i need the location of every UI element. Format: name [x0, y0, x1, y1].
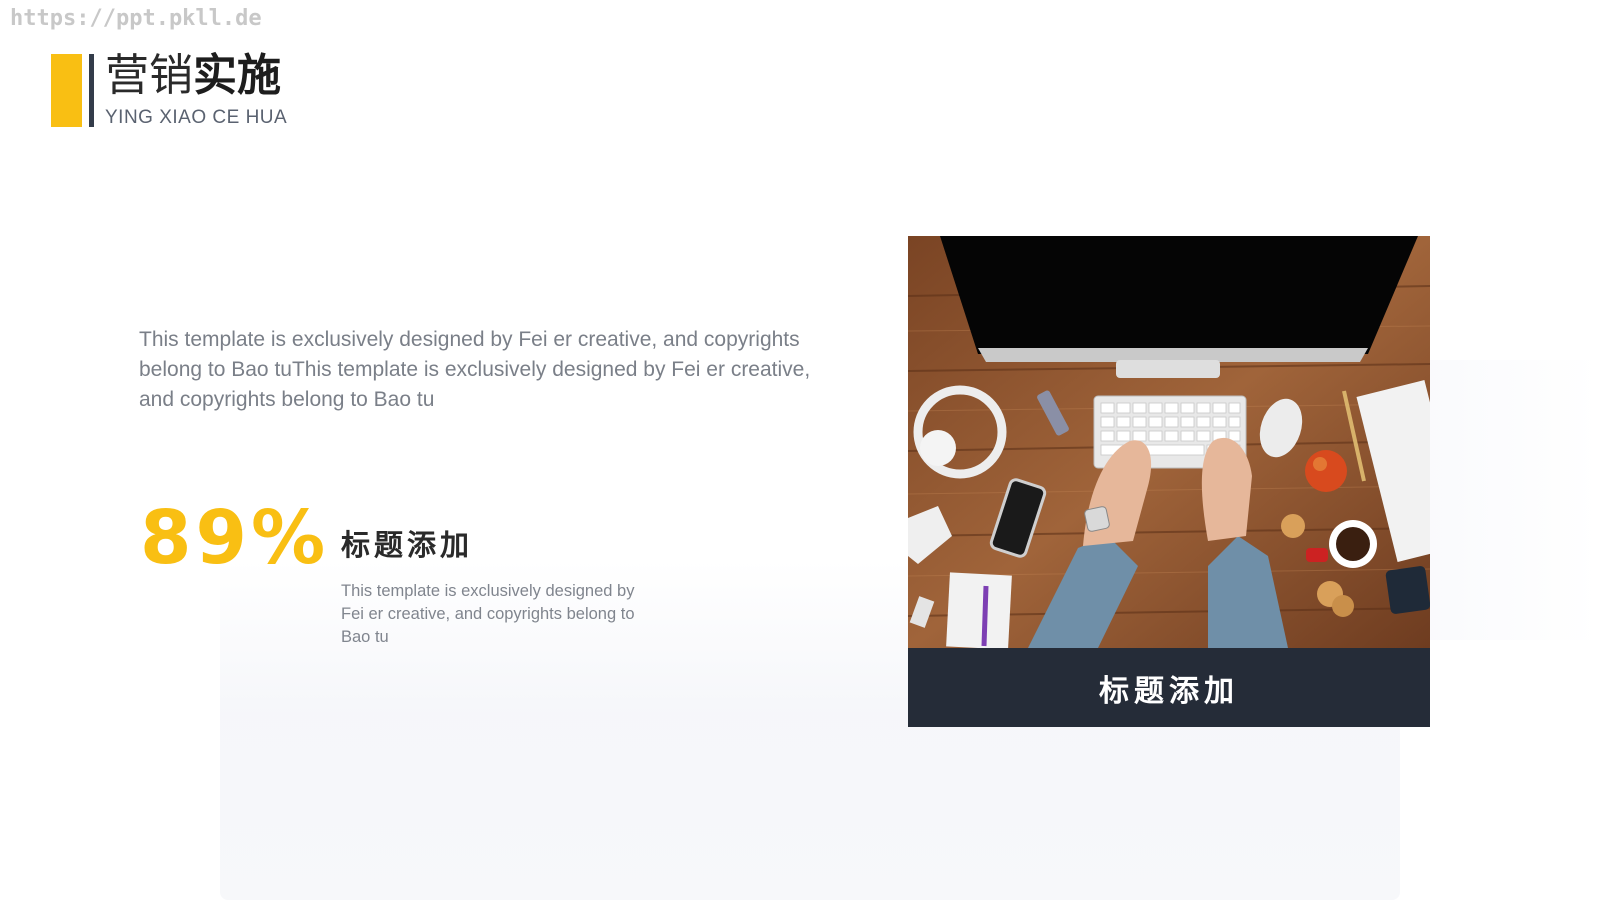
- watermark-url: https://ppt.pkll.de: [10, 6, 262, 31]
- title-accent-bar: [51, 54, 82, 127]
- intro-paragraph: This template is exclusively designed by…: [139, 328, 811, 411]
- stat-heading: 标题添加: [341, 528, 474, 562]
- page-title-light: 营销: [105, 50, 193, 101]
- background-fade: [1400, 360, 1600, 640]
- photo-caption: 标题添加: [1099, 673, 1239, 709]
- page-subtitle: YING XIAO CE HUA: [105, 107, 288, 128]
- title-divider-bar: [89, 54, 94, 127]
- photo-card: 标题添加: [908, 236, 1430, 727]
- page-title-bold: 实施: [193, 50, 281, 101]
- stat-percentage: 89%: [140, 495, 330, 581]
- monitor-screen: [940, 236, 1418, 354]
- photo-caption-bar: 标题添加: [908, 648, 1430, 727]
- slide: https://ppt.pkll.de 营销实施 YING XIAO CE HU…: [0, 0, 1600, 900]
- desk-photo: [908, 236, 1430, 648]
- stat-description: This template is exclusively designed by…: [341, 582, 635, 646]
- page-title: 营销实施: [105, 48, 281, 104]
